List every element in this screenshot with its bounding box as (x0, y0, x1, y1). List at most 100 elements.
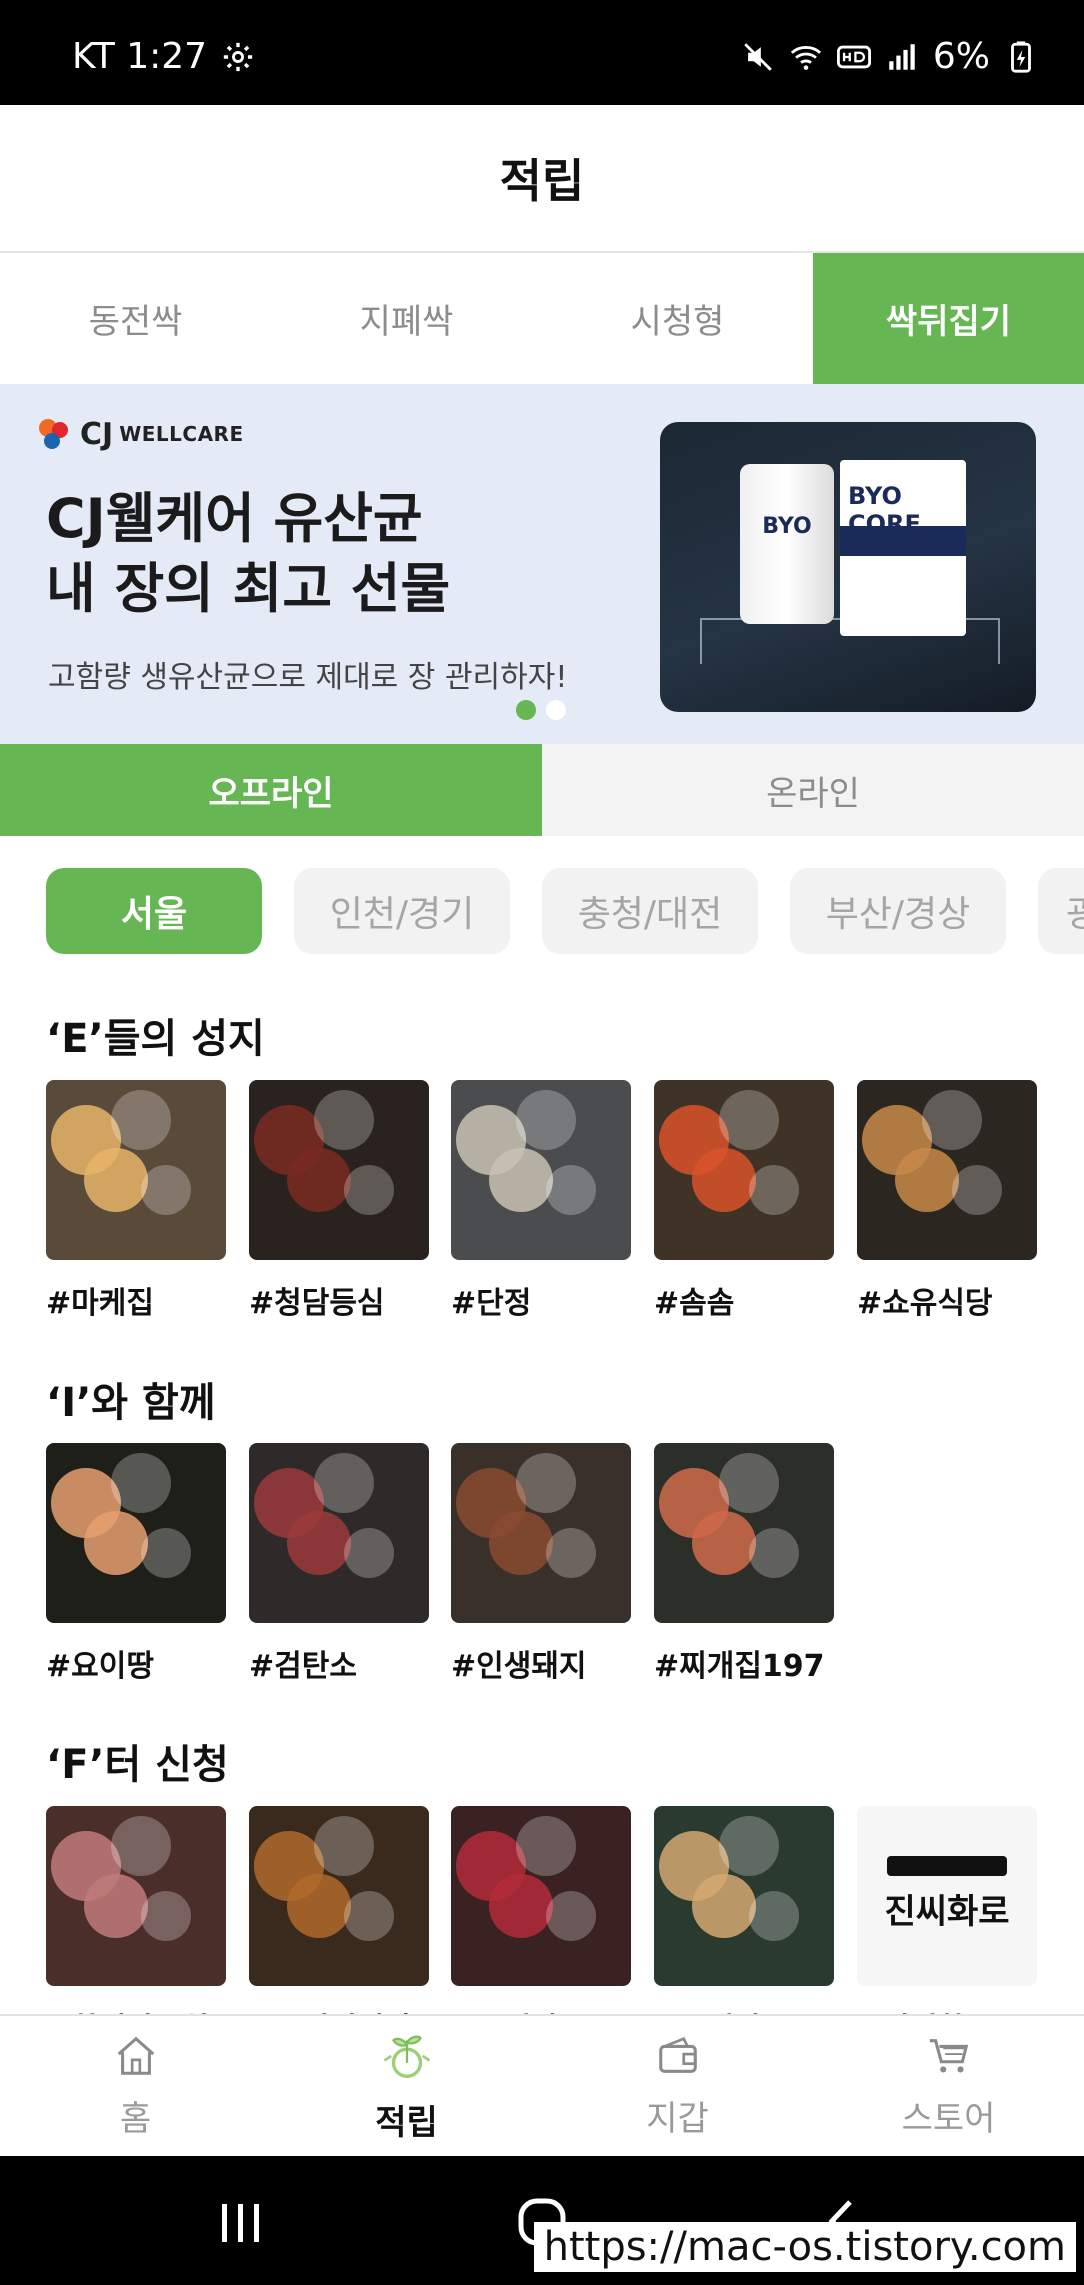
home-icon (117, 2036, 154, 2075)
place-label[interactable]: #마케집 (46, 1278, 246, 1322)
place-thumbnail[interactable] (654, 1443, 834, 1623)
nav-wallet[interactable]: 지갑 (542, 2016, 813, 2156)
region-chip-gwangju[interactable]: 광 (1038, 868, 1084, 954)
region-chip-incheon-gyeonggi[interactable]: 인천/경기 (294, 868, 510, 954)
food-shape (287, 1874, 351, 1938)
nav-store[interactable]: 스토어 (813, 2016, 1084, 2156)
place-label[interactable]: #단정 (451, 1278, 651, 1322)
category-tabs: 동전싹 지폐싹 시청형 싹뒤집기 (0, 253, 1084, 384)
place-thumbnail[interactable] (249, 1080, 429, 1260)
food-shape (314, 1090, 374, 1150)
banner-pagination (516, 700, 566, 720)
place-label[interactable]: #인생돼지 (451, 1641, 651, 1685)
banner-subtext: 고함량 생유산균으로 제대로 장 관리하자! (48, 660, 568, 695)
food-shape (141, 1165, 191, 1215)
place-label[interactable]: #요이땅 (46, 1641, 246, 1685)
promo-banner[interactable]: CJ WELLCARE CJ웰케어 유산균 내 장의 최고 선물 고함량 생유산… (0, 384, 1084, 744)
logo-cj-text: CJ (80, 416, 114, 452)
tab-jipyessak[interactable]: 지폐싹 (271, 253, 542, 384)
place-thumbnail[interactable] (451, 1443, 631, 1623)
jinssi-logo-text: 진씨화로 (884, 1892, 1010, 1932)
food-shape (719, 1816, 779, 1876)
wifi-icon (790, 45, 821, 70)
place-label[interactable]: #검탄소 (249, 1641, 449, 1685)
recent-apps-icon[interactable] (216, 2200, 266, 2246)
food-shape (692, 1148, 756, 1212)
nav-home-label: 홈 (119, 2098, 152, 2139)
region-chip-row: 서울 인천/경기 충청/대전 부산/경상 광 (0, 868, 1084, 956)
food-shape (546, 1891, 596, 1941)
food-shape (895, 1148, 959, 1212)
nav-earn[interactable]: 적립 (271, 2016, 542, 2156)
place-label[interactable]: #쇼유식당 (857, 1278, 1057, 1322)
food-shape (489, 1148, 553, 1212)
tab-ssakdwijipgi[interactable]: 싹뒤집기 (813, 253, 1084, 384)
place-thumbnail[interactable] (46, 1443, 226, 1623)
place-thumbnail[interactable] (654, 1080, 834, 1260)
food-shape (516, 1090, 576, 1150)
tab-offline[interactable]: 오프라인 (0, 744, 542, 836)
status-right: 6% (741, 36, 1038, 77)
app-header: 적립 (0, 105, 1084, 253)
banner-headline-line2: 내 장의 최고 선물 (46, 557, 451, 620)
tab-sicheonghyeong[interactable]: 시청형 (542, 253, 813, 384)
food-shape (287, 1511, 351, 1575)
food-shape (692, 1874, 756, 1938)
place-thumbnail[interactable] (249, 1443, 429, 1623)
food-shape (692, 1511, 756, 1575)
place-thumbnail[interactable]: 진씨화로 (857, 1806, 1037, 1986)
bottle-label: BYO (762, 514, 812, 539)
place-label[interactable]: #찌개집197 (654, 1641, 854, 1685)
food-shape (719, 1090, 779, 1150)
food-shape (84, 1874, 148, 1938)
cj-wellcare-logo: CJ WELLCARE (34, 414, 244, 454)
place-thumbnail[interactable] (46, 1806, 226, 1986)
nav-store-label: 스토어 (901, 2098, 996, 2139)
status-left: KT 1:27 (72, 36, 255, 77)
nav-home[interactable]: 홈 (0, 2016, 271, 2156)
food-shape (719, 1453, 779, 1513)
nav-earn-label: 적립 (375, 2102, 438, 2143)
cart-icon (929, 2038, 968, 2072)
carrier-time: KT 1:27 (72, 36, 208, 77)
probiotic-bottle: BYO (740, 464, 834, 624)
food-shape (749, 1528, 799, 1578)
place-thumbnail[interactable] (249, 1806, 429, 1986)
food-shape (111, 1090, 171, 1150)
food-shape (141, 1528, 191, 1578)
tab-dongjeonssak[interactable]: 동전싹 (0, 253, 271, 384)
nav-wallet-label: 지갑 (646, 2098, 709, 2139)
cj-logo-icon (39, 419, 68, 449)
food-shape (84, 1148, 148, 1212)
page-title: 적립 (499, 154, 585, 208)
ribbon-shape (887, 1856, 1007, 1876)
region-chip-busan-gyeongsang[interactable]: 부산/경상 (790, 868, 1006, 954)
battery-percent: 6% (932, 36, 990, 77)
probiotic-box: BYO CORE (840, 460, 966, 636)
place-thumbnail[interactable] (451, 1806, 631, 1986)
food-shape (344, 1528, 394, 1578)
sprout-coin-icon (383, 2035, 430, 2078)
signal-icon (889, 43, 915, 70)
place-thumbnail[interactable] (857, 1080, 1037, 1260)
logo-wellcare-text: WELLCARE (119, 422, 244, 446)
food-shape (141, 1891, 191, 1941)
place-label[interactable]: #청담등심 (249, 1278, 449, 1322)
pagination-dot-active[interactable] (516, 700, 536, 720)
food-shape (546, 1165, 596, 1215)
region-chip-chungcheong-daejeon[interactable]: 충청/대전 (542, 868, 758, 954)
settings-gear-icon (223, 42, 253, 71)
food-shape (287, 1148, 351, 1212)
food-shape (516, 1453, 576, 1513)
tab-online[interactable]: 온라인 (542, 744, 1084, 836)
place-thumbnail[interactable] (451, 1080, 631, 1260)
place-thumbnail[interactable] (654, 1806, 834, 1986)
food-shape (489, 1874, 553, 1938)
place-label[interactable]: #솜솜 (654, 1278, 854, 1322)
food-shape (314, 1453, 374, 1513)
region-chip-seoul[interactable]: 서울 (46, 868, 262, 954)
banner-headline: CJ웰케어 유산균 내 장의 최고 선물 (46, 484, 450, 624)
food-shape (489, 1511, 553, 1575)
place-thumbnail[interactable] (46, 1080, 226, 1260)
pagination-dot[interactable] (546, 700, 566, 720)
